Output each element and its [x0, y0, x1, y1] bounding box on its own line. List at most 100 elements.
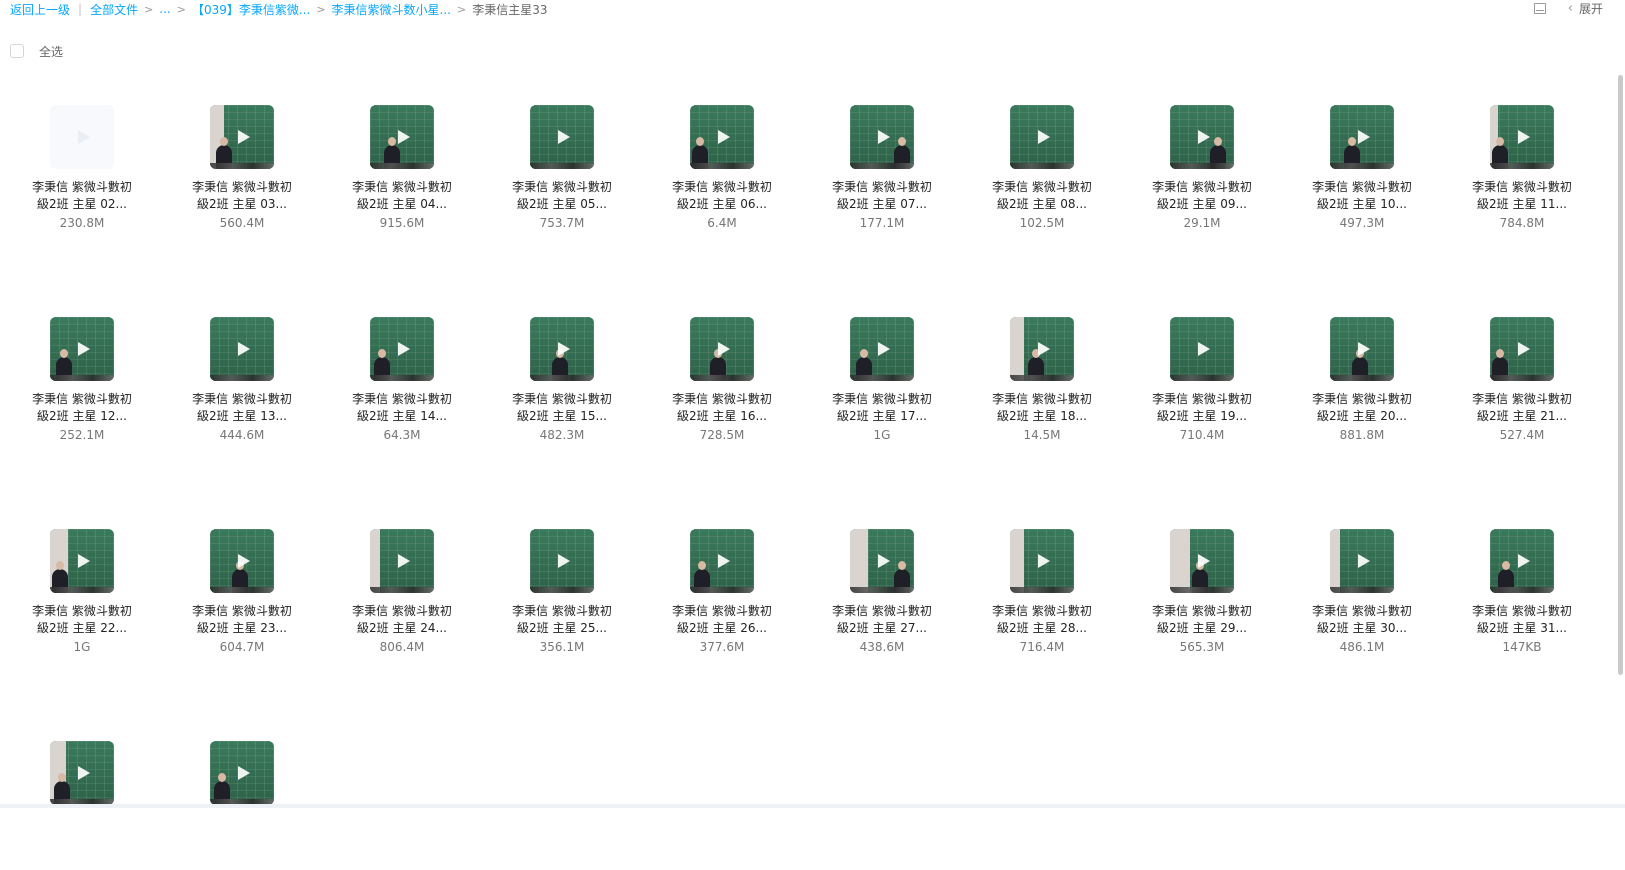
file-name[interactable]: 李秉信 紫微斗數初 級2班 主星 18...	[987, 391, 1097, 425]
video-thumbnail[interactable]	[370, 105, 434, 169]
video-thumbnail[interactable]	[690, 317, 754, 381]
video-thumbnail[interactable]	[850, 105, 914, 169]
file-name[interactable]: 李秉信 紫微斗數初 級2班 主星 05...	[507, 179, 617, 213]
chevron-left-icon[interactable]: ‹	[1568, 1, 1573, 16]
file-name[interactable]: 李秉信 紫微斗數初 級2班 主星 16...	[667, 391, 777, 425]
file-item[interactable]: 李秉信 紫微斗數初 級2班 主星 28... 716.4M	[962, 529, 1122, 658]
file-item[interactable]: 李秉信 紫微斗數初 級2班 主星 03... 560.4M	[162, 105, 322, 234]
vertical-scrollbar[interactable]	[1618, 75, 1623, 675]
video-thumbnail[interactable]	[1170, 105, 1234, 169]
video-thumbnail[interactable]	[1330, 105, 1394, 169]
video-thumbnail[interactable]	[50, 529, 114, 593]
file-item[interactable]: 李秉信 紫微斗數初 級2班 主星 20... 881.8M	[1282, 317, 1442, 446]
file-name[interactable]: 李秉信 紫微斗數初 級2班 主星 29...	[1147, 603, 1257, 637]
file-item[interactable]: 李秉信 紫微斗數初 級2班 主星 05... 753.7M	[482, 105, 642, 234]
file-name[interactable]: 李秉信 紫微斗數初 級2班 主星 15...	[507, 391, 617, 425]
file-name[interactable]: 李秉信 紫微斗數初 級2班 主星 13...	[187, 391, 297, 425]
file-item[interactable]: 李秉信 紫微斗數初 級2班 主星 12... 252.1M	[2, 317, 162, 446]
file-name[interactable]: 李秉信 紫微斗數初 級2班 主星 25...	[507, 603, 617, 637]
file-item[interactable]: 李秉信 紫微斗數初 級2班 主星 19... 710.4M	[1122, 317, 1282, 446]
list-view-icon[interactable]	[1533, 2, 1546, 14]
breadcrumb-ellipsis[interactable]: ...	[159, 2, 170, 16]
file-name[interactable]: 李秉信 紫微斗數初 級2班 主星 22...	[27, 603, 137, 637]
file-item[interactable]: 李秉信 紫微斗數初 級2班 主星 21... 527.4M	[1442, 317, 1602, 446]
expand-button[interactable]: 展开	[1579, 0, 1603, 17]
file-name[interactable]: 李秉信 紫微斗數初 級2班 主星 02...	[27, 179, 137, 213]
video-thumbnail[interactable]	[1330, 529, 1394, 593]
video-thumbnail[interactable]	[210, 741, 274, 805]
breadcrumb-folder-2[interactable]: 李秉信紫微斗数小星...	[332, 1, 451, 18]
video-thumbnail[interactable]	[1330, 317, 1394, 381]
video-thumbnail[interactable]	[210, 317, 274, 381]
file-item[interactable]: 李秉信 紫微斗數初 級2班 主星 10... 497.3M	[1282, 105, 1442, 234]
file-item[interactable]: 李秉信 紫微斗數初 級2班 主星 04... 915.6M	[322, 105, 482, 234]
video-thumbnail[interactable]	[530, 529, 594, 593]
video-thumbnail[interactable]	[50, 317, 114, 381]
file-name[interactable]: 李秉信 紫微斗數初 級2班 主星 06...	[667, 179, 777, 213]
video-thumbnail[interactable]	[1010, 317, 1074, 381]
file-item[interactable]: 李秉信 紫微斗數初 級2班 主星 24... 806.4M	[322, 529, 482, 658]
file-name[interactable]: 李秉信 紫微斗數初 級2班 主星 27...	[827, 603, 937, 637]
file-item[interactable]: 李秉信 紫微斗數初 級2班 主星 14... 64.3M	[322, 317, 482, 446]
file-item[interactable]: 李秉信 紫微斗數初 級2班 主星 08... 102.5M	[962, 105, 1122, 234]
file-name[interactable]: 李秉信 紫微斗數初 級2班 主星 31...	[1467, 603, 1577, 637]
file-name[interactable]: 李秉信 紫微斗數初 級2班 主星 12...	[27, 391, 137, 425]
video-thumbnail[interactable]	[850, 317, 914, 381]
file-item[interactable]: 李秉信 紫微斗數初 級2班 主星 16... 728.5M	[642, 317, 802, 446]
file-name[interactable]: 李秉信 紫微斗數初 級2班 主星 21...	[1467, 391, 1577, 425]
file-name[interactable]: 李秉信 紫微斗數初 級2班 主星 30...	[1307, 603, 1417, 637]
all-files-link[interactable]: 全部文件	[90, 1, 138, 18]
file-item[interactable]: 李秉信 紫微斗數初 級2班 主星 15... 482.3M	[482, 317, 642, 446]
video-thumbnail[interactable]	[530, 105, 594, 169]
file-item[interactable]: 李秉信 紫微斗數初 級2班 主星 30... 486.1M	[1282, 529, 1442, 658]
file-name[interactable]: 李秉信 紫微斗數初 級2班 主星 04...	[347, 179, 457, 213]
video-thumbnail[interactable]	[210, 529, 274, 593]
file-item[interactable]: 李秉信 紫微斗數初 級2班 主星 22... 1G	[2, 529, 162, 658]
file-item[interactable]: 李秉信 紫微斗數初 級2班 主星 11... 784.8M	[1442, 105, 1602, 234]
file-name[interactable]: 李秉信 紫微斗數初 級2班 主星 26...	[667, 603, 777, 637]
file-name[interactable]: 李秉信 紫微斗數初 級2班 主星 24...	[347, 603, 457, 637]
file-item[interactable]: 李秉信 紫微斗數初 級2班 主星 17... 1G	[802, 317, 962, 446]
file-item[interactable]: 李秉信 紫微斗數初 級2班 主星 26... 377.6M	[642, 529, 802, 658]
video-thumbnail[interactable]	[1170, 317, 1234, 381]
file-item[interactable]: 李秉信 紫微斗數初 級2班 主星 23... 604.7M	[162, 529, 322, 658]
video-thumbnail[interactable]	[370, 317, 434, 381]
file-name[interactable]: 李秉信 紫微斗數初 級2班 主星 19...	[1147, 391, 1257, 425]
video-thumbnail[interactable]	[50, 105, 114, 169]
breadcrumb-folder-1[interactable]: 【039】李秉信紫微...	[192, 1, 310, 18]
file-item[interactable]: 李秉信 紫微斗數初 級2班 主星 13... 444.6M	[162, 317, 322, 446]
file-name[interactable]: 李秉信 紫微斗數初 級2班 主星 07...	[827, 179, 937, 213]
file-name[interactable]: 李秉信 紫微斗數初 級2班 主星 20...	[1307, 391, 1417, 425]
file-item[interactable]: 李秉信 紫微斗數初 級2班 主星 06... 6.4M	[642, 105, 802, 234]
back-up-link[interactable]: 返回上一级	[10, 1, 70, 18]
file-item[interactable]: 李秉信 紫微斗數初 級2班 主星 27... 438.6M	[802, 529, 962, 658]
file-name[interactable]: 李秉信 紫微斗數初 級2班 主星 03...	[187, 179, 297, 213]
video-thumbnail[interactable]	[850, 529, 914, 593]
select-all-checkbox[interactable]	[10, 44, 24, 58]
file-name[interactable]: 李秉信 紫微斗數初 級2班 主星 11...	[1467, 179, 1577, 213]
file-item[interactable]: 李秉信 紫微斗數初 級2班 主星 07... 177.1M	[802, 105, 962, 234]
video-thumbnail[interactable]	[1490, 105, 1554, 169]
file-name[interactable]: 李秉信 紫微斗數初 級2班 主星 17...	[827, 391, 937, 425]
video-thumbnail[interactable]	[210, 105, 274, 169]
file-name[interactable]: 李秉信 紫微斗數初 級2班 主星 08...	[987, 179, 1097, 213]
video-thumbnail[interactable]	[530, 317, 594, 381]
file-name[interactable]: 李秉信 紫微斗數初 級2班 主星 09...	[1147, 179, 1257, 213]
file-item[interactable]: 李秉信 紫微斗數初 級2班 主星 25... 356.1M	[482, 529, 642, 658]
file-item[interactable]: 李秉信 紫微斗數初 級2班 主星 31... 147KB	[1442, 529, 1602, 658]
video-thumbnail[interactable]	[690, 105, 754, 169]
video-thumbnail[interactable]	[1010, 105, 1074, 169]
video-thumbnail[interactable]	[1490, 317, 1554, 381]
file-item[interactable]: 李秉信 紫微斗數初 級2班 主星 29... 565.3M	[1122, 529, 1282, 658]
video-thumbnail[interactable]	[1490, 529, 1554, 593]
file-item[interactable]: 李秉信 紫微斗數初 級2班 主星 18... 14.5M	[962, 317, 1122, 446]
file-name[interactable]: 李秉信 紫微斗數初 級2班 主星 14...	[347, 391, 457, 425]
file-name[interactable]: 李秉信 紫微斗數初 級2班 主星 28...	[987, 603, 1097, 637]
video-thumbnail[interactable]	[50, 741, 114, 805]
file-name[interactable]: 李秉信 紫微斗數初 級2班 主星 23...	[187, 603, 297, 637]
video-thumbnail[interactable]	[690, 529, 754, 593]
video-thumbnail[interactable]	[370, 529, 434, 593]
file-name[interactable]: 李秉信 紫微斗數初 級2班 主星 10...	[1307, 179, 1417, 213]
file-item[interactable]: 李秉信 紫微斗數初 級2班 主星 09... 29.1M	[1122, 105, 1282, 234]
video-thumbnail[interactable]	[1170, 529, 1234, 593]
